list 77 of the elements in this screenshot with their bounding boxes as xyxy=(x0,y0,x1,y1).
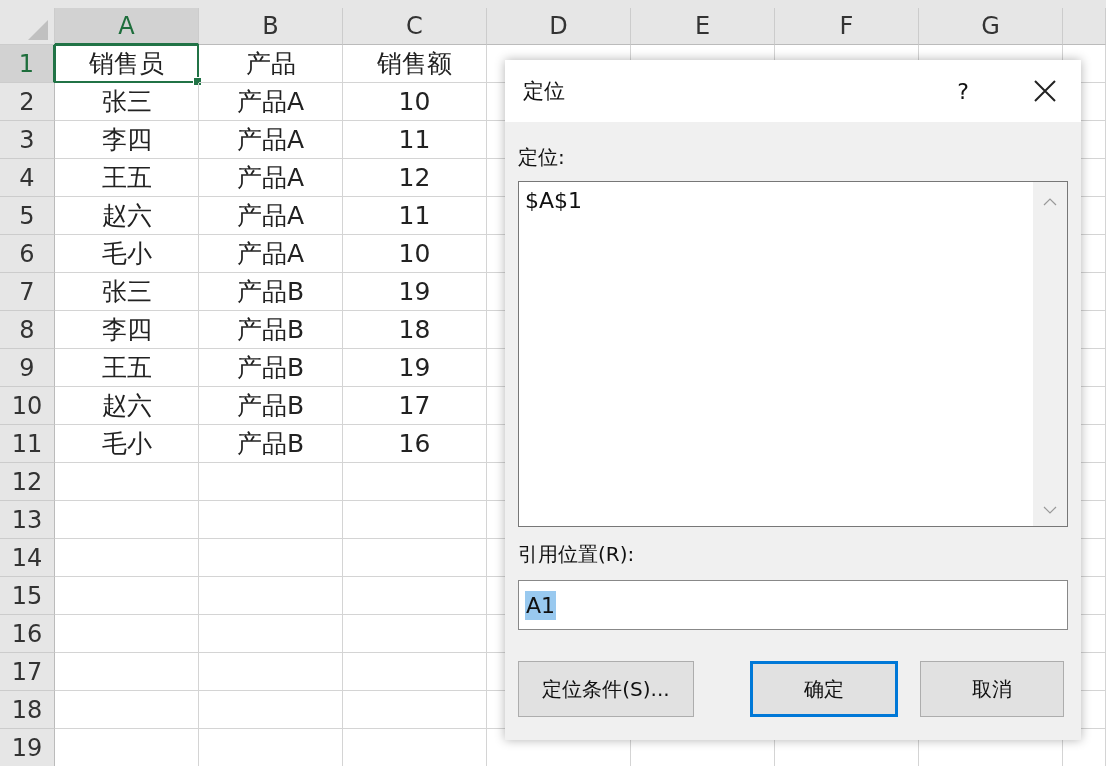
column-header[interactable]: A xyxy=(55,8,199,45)
row-header[interactable]: 14 xyxy=(0,539,55,577)
dialog-button[interactable]: 取消 xyxy=(920,661,1064,717)
reference-label: 引用位置(R): xyxy=(518,541,636,568)
column-header[interactable]: F xyxy=(775,8,919,45)
table-cell: 销售员 xyxy=(55,45,199,83)
scroll-down-icon[interactable] xyxy=(1043,506,1057,514)
table-cell: 毛小 xyxy=(55,235,199,273)
row-header[interactable]: 12 xyxy=(0,463,55,501)
row-header[interactable]: 6 xyxy=(0,235,55,273)
table-cell: 18 xyxy=(343,311,487,349)
table-cell: 王五 xyxy=(55,159,199,197)
table-cell: 19 xyxy=(343,349,487,387)
list-item[interactable]: $A$1 xyxy=(525,188,1027,213)
column-header[interactable]: G xyxy=(919,8,1063,45)
table-cell: 李四 xyxy=(55,311,199,349)
table-cell: 张三 xyxy=(55,83,199,121)
table-cell: 16 xyxy=(343,425,487,463)
table-cell: 产品B xyxy=(199,425,343,463)
close-icon xyxy=(1033,79,1057,103)
column-header[interactable] xyxy=(1063,8,1106,45)
table-cell: 10 xyxy=(343,235,487,273)
table-cell: 产品A xyxy=(199,121,343,159)
table-cell: 产品B xyxy=(199,387,343,425)
table-cell: 赵六 xyxy=(55,387,199,425)
list-box[interactable]: $A$1 xyxy=(518,181,1068,527)
row-header[interactable]: 13 xyxy=(0,501,55,539)
column-header[interactable]: D xyxy=(487,8,631,45)
table-cell: 产品 xyxy=(199,45,343,83)
column-header[interactable]: E xyxy=(631,8,775,45)
row-header[interactable]: 10 xyxy=(0,387,55,425)
scrollbar[interactable] xyxy=(1033,182,1067,526)
row-header[interactable]: 4 xyxy=(0,159,55,197)
table-cell: 12 xyxy=(343,159,487,197)
row-header[interactable]: 9 xyxy=(0,349,55,387)
table-cell: 产品A xyxy=(199,83,343,121)
column-header[interactable]: C xyxy=(343,8,487,45)
row-header[interactable]: 17 xyxy=(0,653,55,691)
row-header[interactable]: 2 xyxy=(0,83,55,121)
table-cell: 张三 xyxy=(55,273,199,311)
table-cell: 10 xyxy=(343,83,487,121)
reference-field[interactable]: A1 xyxy=(518,580,1068,630)
column-header[interactable]: B xyxy=(199,8,343,45)
row-header[interactable]: 18 xyxy=(0,691,55,729)
row-header[interactable]: 11 xyxy=(0,425,55,463)
list-label: 定位: xyxy=(518,144,566,171)
row-header[interactable]: 3 xyxy=(0,121,55,159)
table-cell: 产品A xyxy=(199,235,343,273)
table-cell: 毛小 xyxy=(55,425,199,463)
select-all-corner[interactable] xyxy=(0,8,55,45)
fill-handle[interactable] xyxy=(193,77,202,86)
row-header[interactable]: 8 xyxy=(0,311,55,349)
corner-triangle-icon xyxy=(28,20,48,40)
row-header[interactable]: 15 xyxy=(0,577,55,615)
row-header[interactable]: 19 xyxy=(0,729,55,766)
table-cell: 产品B xyxy=(199,311,343,349)
row-header[interactable]: 1 xyxy=(0,45,55,83)
table-cell: 11 xyxy=(343,197,487,235)
row-header[interactable]: 7 xyxy=(0,273,55,311)
dialog-button[interactable]: 确定 xyxy=(750,661,898,717)
table-cell: 王五 xyxy=(55,349,199,387)
row-header[interactable]: 5 xyxy=(0,197,55,235)
table-cell: 李四 xyxy=(55,121,199,159)
table-cell: 产品B xyxy=(199,349,343,387)
dialog-title: 定位 xyxy=(523,78,566,105)
table-cell: 产品B xyxy=(199,273,343,311)
table-cell: 产品A xyxy=(199,197,343,235)
table-cell: 销售额 xyxy=(343,45,487,83)
table-cell: 赵六 xyxy=(55,197,199,235)
table-cell: 产品A xyxy=(199,159,343,197)
table-cell: 19 xyxy=(343,273,487,311)
dialog-button[interactable]: 定位条件(S)... xyxy=(518,661,694,717)
table-cell: 17 xyxy=(343,387,487,425)
scroll-up-icon[interactable] xyxy=(1043,198,1057,206)
row-header[interactable]: 16 xyxy=(0,615,55,653)
help-button[interactable]: ? xyxy=(949,74,977,108)
table-cell: 11 xyxy=(343,121,487,159)
